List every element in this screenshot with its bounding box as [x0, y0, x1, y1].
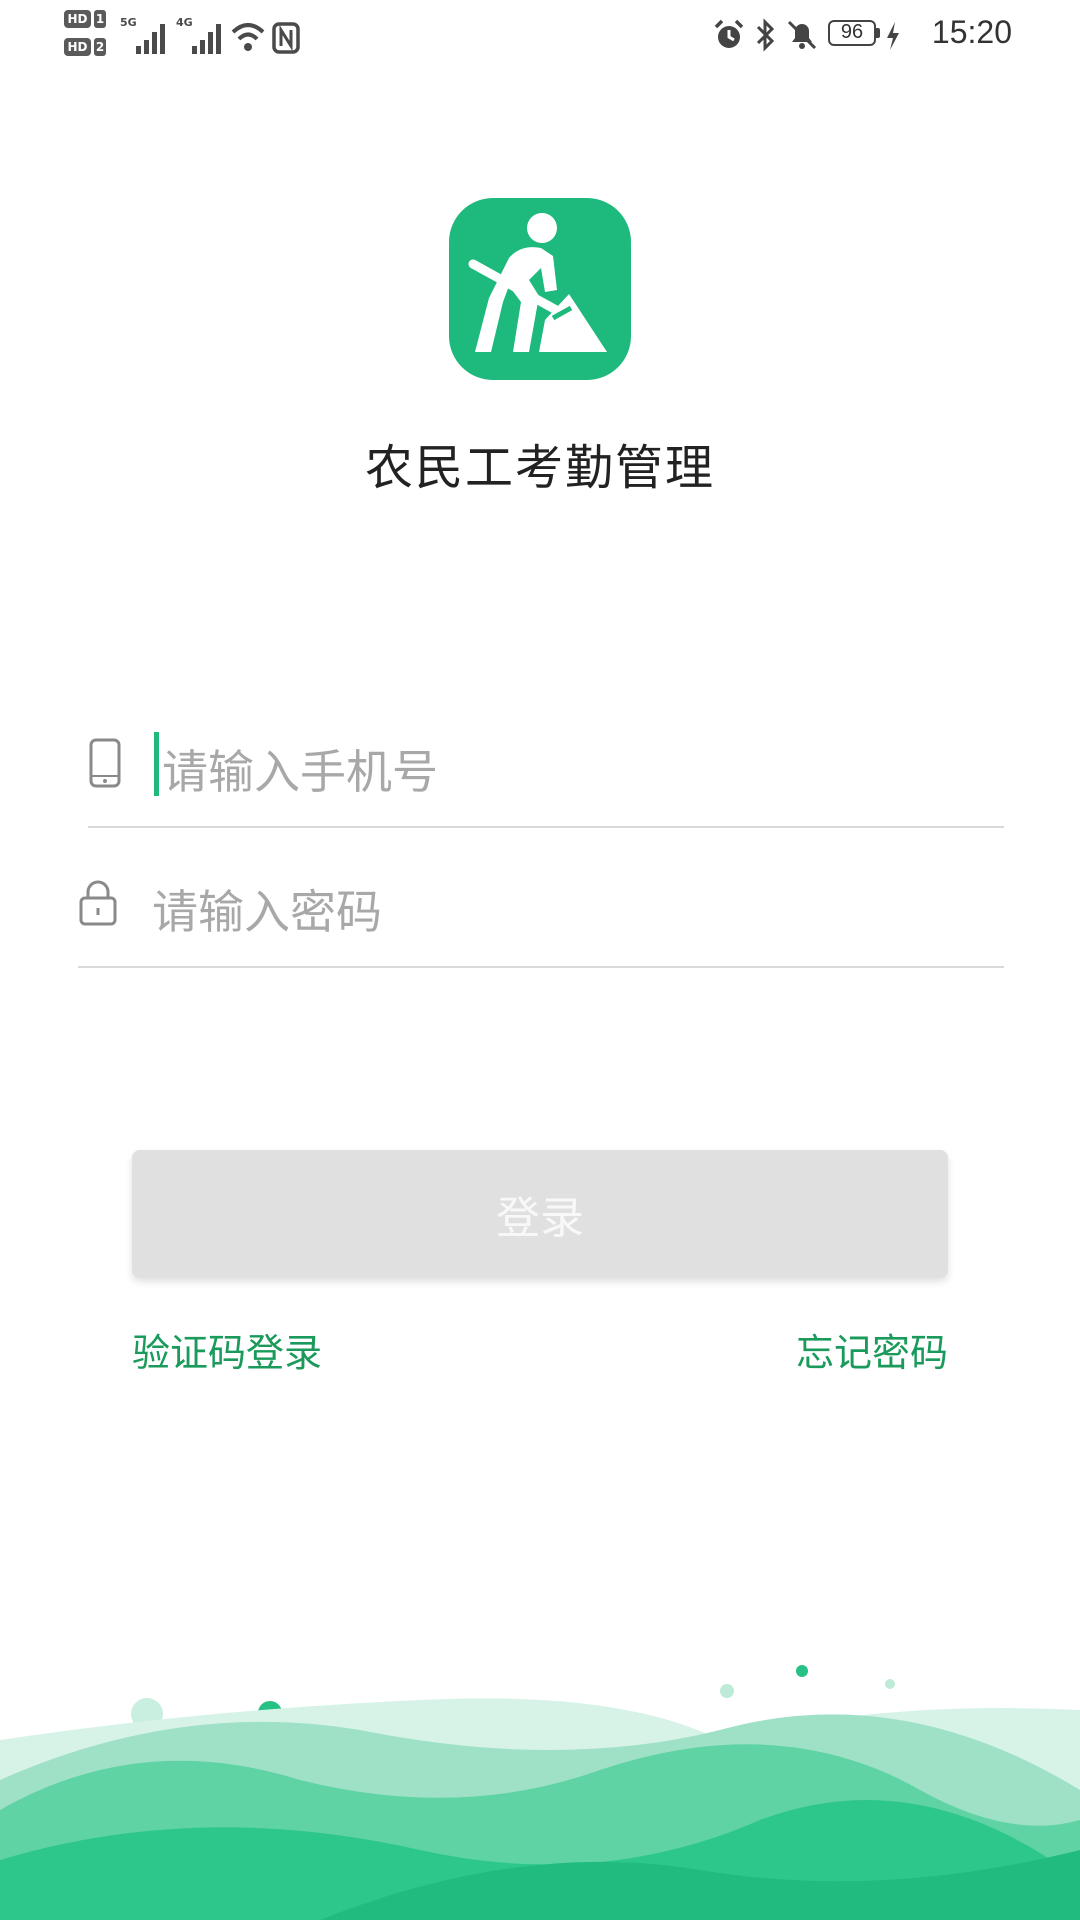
bluetooth-icon — [756, 18, 775, 52]
lock-icon — [79, 880, 117, 926]
password-underline — [78, 966, 1004, 968]
status-bar: HD 1 HD 2 5G 4G 96 15:20 — [0, 0, 1080, 70]
login-screen: HD 1 HD 2 5G 4G 96 15:20 农民工考勤管理 请输入手机号 … — [0, 0, 1080, 1920]
phone-icon — [89, 738, 121, 788]
battery-tip — [876, 28, 880, 38]
signal-icon-2 — [192, 24, 221, 54]
decorative-hills — [0, 1665, 1080, 1920]
app-title: 农民工考勤管理 — [364, 440, 715, 496]
login-button[interactable]: 登录 — [132, 1150, 948, 1278]
password-field — [78, 858, 1004, 968]
text-caret — [154, 732, 159, 796]
app-logo — [449, 198, 631, 380]
sim2-number: 2 — [94, 38, 106, 56]
status-time: 15:20 — [931, 14, 1012, 50]
sim1-number: 1 — [94, 10, 106, 28]
phone-input[interactable] — [160, 718, 1004, 826]
sim2-hd-badge: HD — [64, 38, 91, 56]
worker-shovel-icon — [468, 213, 607, 352]
charging-icon — [887, 22, 899, 50]
phone-underline — [88, 826, 1004, 828]
status-bar-right: 96 15:20 — [712, 10, 1012, 60]
sms-login-link[interactable]: 验证码登录 — [132, 1322, 322, 1377]
battery-icon: 96 — [828, 20, 876, 46]
forgot-password-link[interactable]: 忘记密码 — [796, 1322, 948, 1377]
alarm-icon — [714, 19, 744, 48]
nfc-icon — [272, 22, 300, 54]
phone-field — [88, 718, 1004, 828]
wifi-icon — [231, 23, 265, 51]
signal-icon — [136, 24, 165, 54]
sim1-hd-badge: HD — [64, 10, 91, 28]
sim-indicators: HD 1 HD 2 — [64, 8, 110, 60]
mute-bell-icon — [787, 20, 817, 50]
password-input[interactable] — [150, 858, 1004, 966]
